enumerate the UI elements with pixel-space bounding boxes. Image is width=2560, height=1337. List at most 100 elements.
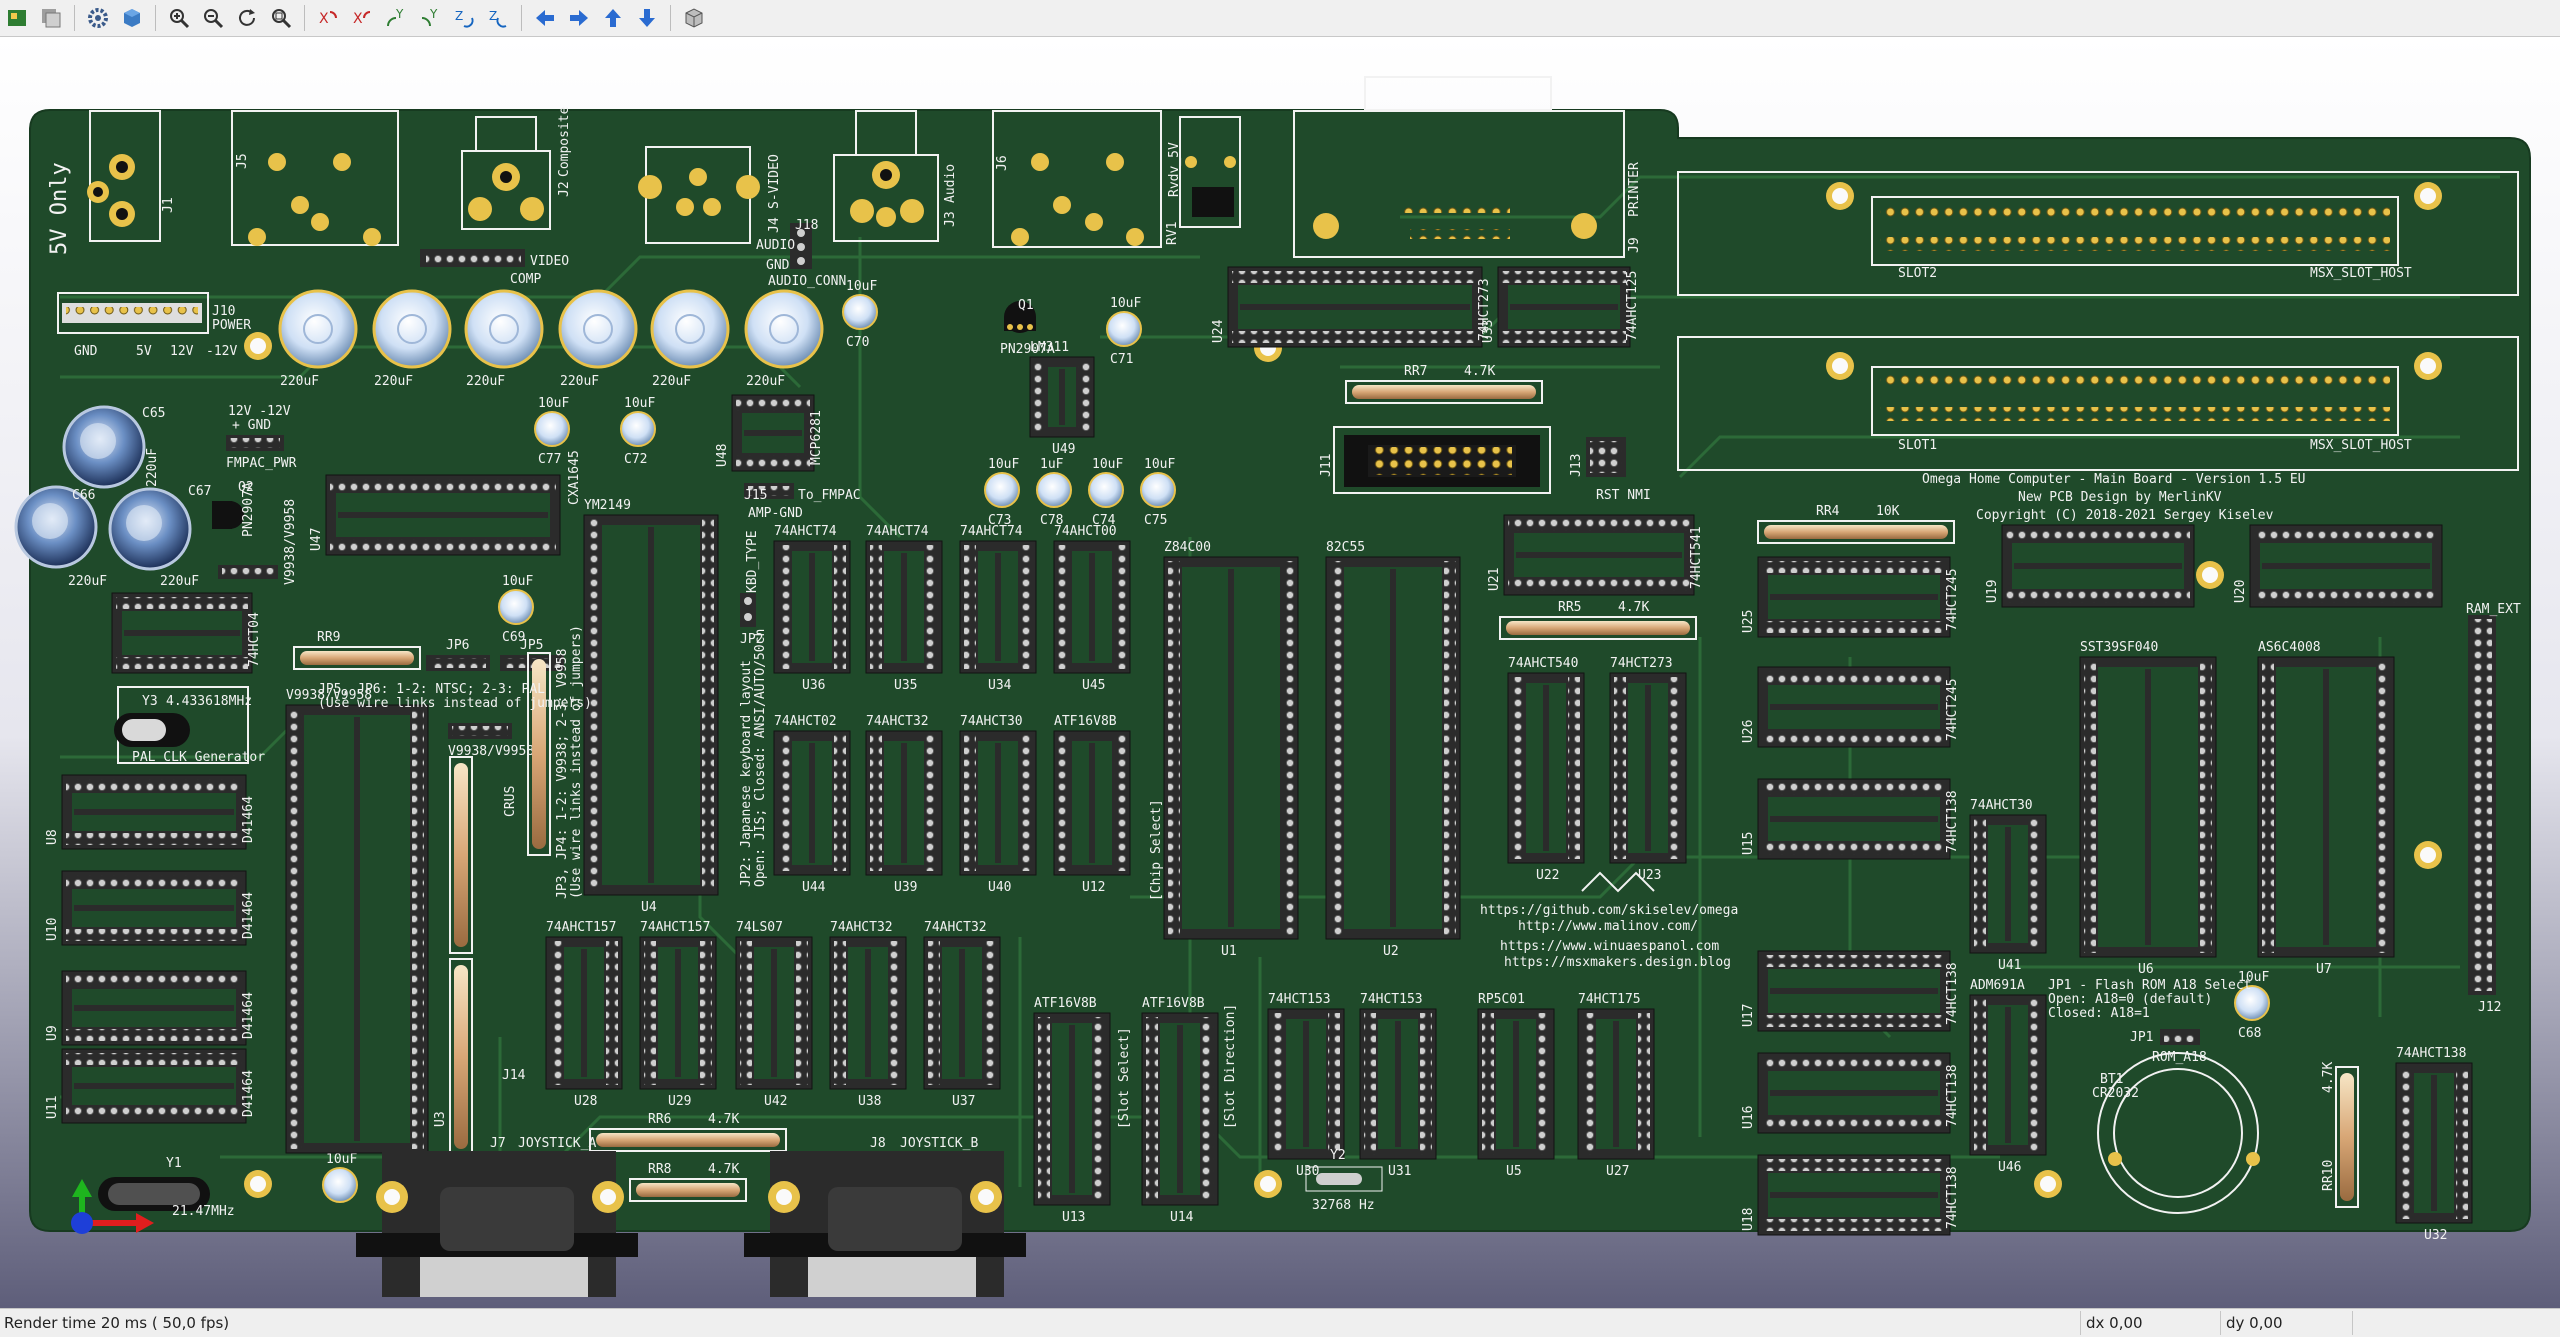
ic-u23: 74HCT273 U23 — [1609, 656, 1687, 883]
pcb-3d-view[interactable]: 5V Only J1 J5 J2 Composite VIDEO COMP J4 — [0, 37, 2560, 1308]
ic-u39-part: 74AHCT32 — [866, 714, 929, 729]
separator — [304, 5, 305, 31]
ic-u22: 74AHCT540 U22 — [1507, 656, 1585, 883]
capacitor-value-label: 220uF — [560, 374, 599, 389]
ic-ym2149-ref: U4 — [641, 900, 657, 915]
ic-u46-ref: U46 — [1998, 1160, 2021, 1175]
ic-u5: RP5C01 U5 — [1477, 992, 1555, 1179]
ic-u41: 74AHCT30 U41 — [1969, 798, 2047, 973]
ic-u29: 74AHCT157 U29 — [639, 920, 717, 1109]
j10-label: J10 — [212, 304, 235, 319]
ic-u37-part: 74AHCT32 — [924, 920, 987, 935]
gear-icon — [88, 8, 108, 28]
ic-u12-ref: U12 — [1082, 880, 1105, 895]
svideo-label: S-VIDEO — [767, 154, 782, 209]
ic-u46: ADM691A U46 — [1969, 978, 2047, 1175]
layers-button[interactable] — [2, 3, 32, 33]
ic-u38: 74AHCT32 U38 — [829, 920, 907, 1109]
capacitor-value-label: 220uF — [746, 374, 785, 389]
ic-u6-sst39sf040-part: SST39SF040 — [2080, 640, 2158, 655]
ic-u29-part: 74AHCT157 — [640, 920, 710, 935]
ic-u20-ref: U20 — [2233, 580, 2248, 603]
rotate-x-ccw-button[interactable]: X — [347, 3, 377, 33]
svg-text:Z: Z — [489, 9, 497, 23]
rotate-x-cw-icon: X — [319, 11, 337, 27]
ic-u45: 74AHCT00 U45 — [1053, 524, 1131, 693]
move-left-button[interactable] — [530, 3, 560, 33]
five-v-only-label: 5V Only — [47, 162, 72, 255]
ic-u12-part: ATF16V8B — [1054, 714, 1117, 729]
ic-ym2149-part: YM2149 — [584, 498, 631, 513]
preferences-button[interactable] — [83, 3, 113, 33]
ic-u47: U47 — [309, 474, 561, 556]
ic-dram-u11: D41464 U11 — [45, 1048, 256, 1124]
board-3d-button[interactable] — [117, 3, 147, 33]
ic-u21-part: 74HCT541 — [1689, 526, 1704, 589]
ic-u26-ref: U26 — [1741, 720, 1756, 743]
amp-gnd-label: AMP-GND — [748, 506, 803, 521]
ic-u16: 74HCT138 U16 — [1741, 1052, 1960, 1134]
ortho-cube-icon — [685, 8, 703, 28]
ic-u25: 74HCT245 U25 — [1741, 556, 1960, 638]
rr10-value: 4.7K — [2321, 1062, 2336, 1093]
move-up-button[interactable] — [598, 3, 628, 33]
j15-label: J15 — [744, 488, 767, 503]
rotate-x-cw-button[interactable]: X — [313, 3, 343, 33]
drawings-button[interactable] — [36, 3, 66, 33]
ic-dram-u8-part: D41464 — [241, 796, 256, 843]
move-down-button[interactable] — [632, 3, 662, 33]
capacitor-value-label: 220uF — [145, 448, 160, 487]
j13-label: J13 — [1569, 454, 1584, 477]
orthographic-button[interactable] — [679, 3, 709, 33]
ic-u7-as6c4008-part: AS6C4008 — [2258, 640, 2321, 655]
v9938-jumper-label: V9938/V9958 — [283, 499, 298, 585]
drawings-icon — [42, 9, 61, 28]
cr2032-label: CR2032 — [2092, 1086, 2139, 1101]
zoom-out-button[interactable] — [198, 3, 228, 33]
ic-u34: 74AHCT74 U34 — [959, 524, 1037, 693]
y1-label: Y1 — [166, 1156, 182, 1171]
ic-dram-u9: D41464 U9 — [45, 970, 256, 1046]
ic-u19-ref: U19 — [1985, 580, 2000, 603]
ic-u18-ref: U18 — [1741, 1208, 1756, 1231]
ic-dram-u10-ref: U10 — [45, 918, 60, 941]
zoom-in-button[interactable] — [164, 3, 194, 33]
ic-u21: 74HCT541 U21 — [1487, 514, 1704, 596]
rotate-y-cw-button[interactable]: Y — [381, 3, 411, 33]
3d-viewport[interactable]: 5V Only J1 J5 J2 Composite VIDEO COMP J4 — [0, 37, 2560, 1308]
move-right-button[interactable] — [564, 3, 594, 33]
capacitor-value-label: 220uF — [280, 374, 319, 389]
j6-label: J6 — [995, 155, 1010, 171]
c66-label: C66 — [72, 488, 95, 503]
y1-freq: 21.47MHz — [172, 1204, 235, 1219]
rotate-y-ccw-button[interactable]: Y — [415, 3, 445, 33]
ic-u15-ref: U15 — [1741, 832, 1756, 855]
ic-u48-ref: U48 — [715, 444, 730, 467]
5v-label: 5V — [136, 344, 152, 359]
rotate-y-cw-icon: Y — [387, 7, 404, 27]
j9-label: J9 — [1627, 237, 1642, 253]
ic-u33: 74AHCT125 U33 — [1481, 266, 1640, 348]
composite-label: Composite — [557, 106, 572, 177]
j11-box-header: J11 — [1319, 426, 1551, 494]
ic-u25-part: 74HCT245 — [1945, 568, 1960, 631]
redraw-button[interactable] — [232, 3, 262, 33]
rotate-z-ccw-button[interactable]: Z — [483, 3, 513, 33]
separator — [521, 5, 522, 31]
zoom-fit-button[interactable] — [266, 3, 296, 33]
c69-value: 10uF — [502, 574, 533, 589]
msx-slot2-label: MSX_SLOT_HOST — [2310, 266, 2412, 281]
jp3-text-2: (Use wire links instead of jumpers) — [569, 625, 584, 899]
msx-slot-label: MSX_SLOT_HOST — [2310, 438, 2412, 453]
ic-u13: ATF16V8B U13 — [1033, 996, 1111, 1225]
gnd-pin-label: GND — [766, 258, 790, 273]
ic-u16-ref: U16 — [1741, 1106, 1756, 1129]
ic-u35-ref: U35 — [894, 678, 917, 693]
board-3d-icon — [124, 9, 140, 27]
toolbar: X X Y Y Z Z — [0, 0, 2560, 37]
j2-label: J2 — [557, 181, 572, 197]
capacitor-value-label: 220uF — [160, 574, 199, 589]
rotate-x-ccw-icon: X — [353, 11, 371, 27]
jp3-text: JP3, JP4: 1-2: V9938; 2-3: V9958 — [555, 649, 570, 899]
rotate-z-cw-button[interactable]: Z — [449, 3, 479, 33]
